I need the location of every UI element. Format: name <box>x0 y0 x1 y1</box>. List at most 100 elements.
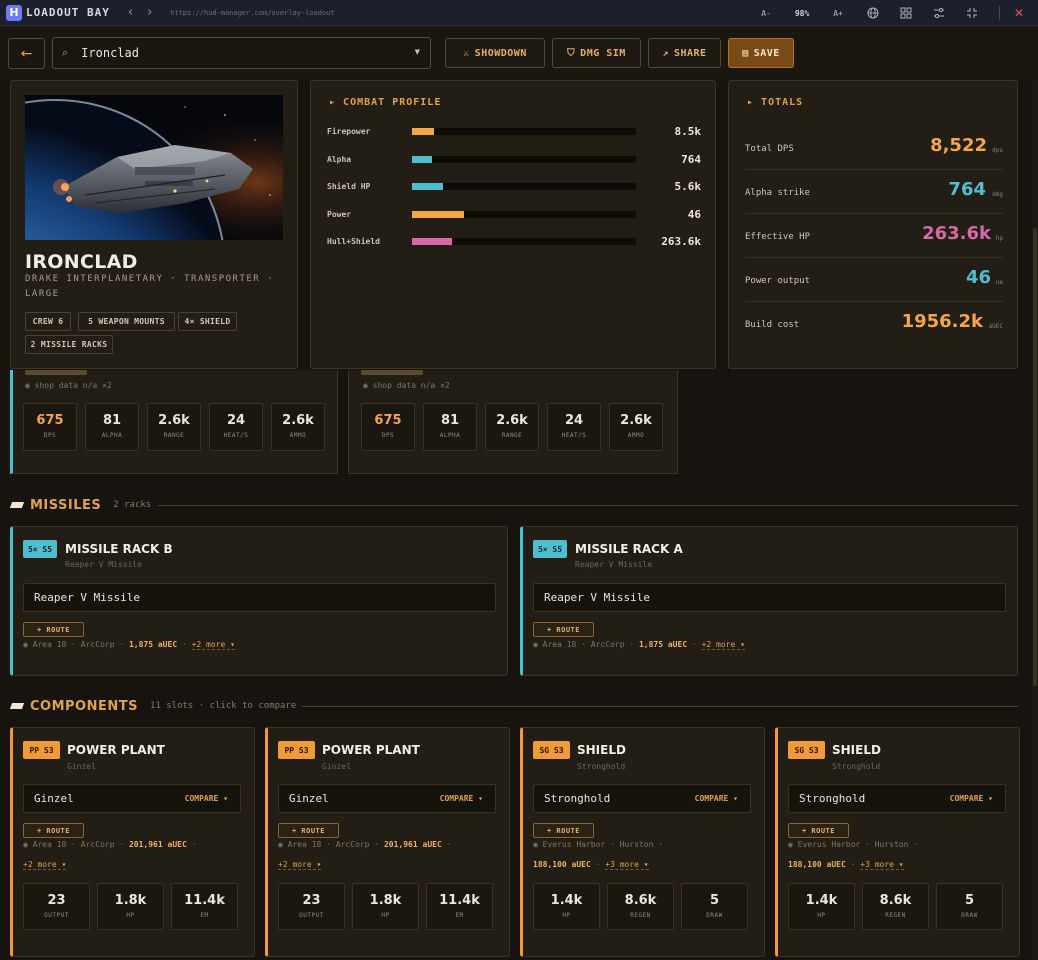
component-select[interactable]: Stronghold COMPARE ▾ <box>533 784 751 813</box>
scrollbar-thumb[interactable] <box>1033 228 1037 686</box>
route-button[interactable]: + ROUTE <box>533 622 594 637</box>
stat-range: 2.6k RANGE <box>147 403 201 451</box>
total-unit: ue <box>995 279 1003 286</box>
combat-stat-bar <box>412 238 636 245</box>
ship-search-value: Ironclad <box>81 46 139 60</box>
grid-icon[interactable] <box>900 7 912 19</box>
shop-location: ◉ Everus Harbor · Hurston · <box>788 840 919 849</box>
route-button[interactable]: + ROUTE <box>23 823 84 838</box>
combat-stat-bar <box>412 155 636 163</box>
search-icon: ⌕ <box>62 46 69 59</box>
zoom-out-button[interactable]: A- <box>761 9 771 18</box>
stat-range: 2.6k RANGE <box>485 403 539 451</box>
shop-location: ◉ Area 18 · ArcCorp · 201,961 aUEC · <box>23 840 197 849</box>
ship-card: IRONCLAD DRAKE INTERPLANETARY · TRANSPOR… <box>10 80 298 369</box>
stat-heat: 24 HEAT/S <box>209 403 263 451</box>
more-locations-row: +2 more ▾ <box>278 860 322 870</box>
close-icon[interactable]: ✕ <box>1014 6 1024 20</box>
address-url[interactable]: https://hud-manager.com/overlay-loadout <box>170 9 334 17</box>
weapon-card[interactable]: ◉ shop data n/a ×2 675 DPS 81 ALPHA 2.6k RA… <box>10 370 338 474</box>
compare-dropdown[interactable]: COMPARE ▾ <box>185 794 228 803</box>
size-badge: PP S3 <box>278 741 315 759</box>
component-stat: 5 DRAW <box>936 883 1003 930</box>
nav-back-icon[interactable]: ‹ <box>128 5 133 20</box>
components-count: 11 slots · click to compare <box>149 701 297 711</box>
missile-select[interactable]: Reaper V Missile <box>533 583 1006 612</box>
compare-dropdown[interactable]: COMPARE ▾ <box>950 794 993 803</box>
combat-stat-label: Firepower <box>327 127 371 136</box>
shield-icon: ⛉ <box>567 47 576 59</box>
missiles-count: 2 racks <box>113 500 152 510</box>
more-locations-link[interactable]: +2 more ▾ <box>278 860 322 870</box>
missile-select[interactable]: Reaper V Missile <box>23 583 496 612</box>
route-button[interactable]: + ROUTE <box>533 823 594 838</box>
stat-alpha: 81 ALPHA <box>85 403 139 451</box>
total-label: Alpha strike <box>745 188 811 198</box>
share-button[interactable]: ↗ SHARE <box>648 38 721 68</box>
component-stat: 23 OUTPUT <box>278 883 345 930</box>
showdown-button[interactable]: ⚔ SHOWDOWN <box>445 38 545 68</box>
sliders-icon[interactable] <box>933 7 945 19</box>
missile-rack-card[interactable]: 5× S5 MISSILE RACK B Reaper V Missile Re… <box>10 526 508 676</box>
combat-stat-row: Firepower 8.5k <box>327 125 701 139</box>
component-stat: 11.4k EM <box>171 883 238 930</box>
more-locations-row: 188,100 aUEC · +3 more ▾ <box>788 860 904 870</box>
top-toolbar: ← ⌕ Ironclad ▼ ⚔ SHOWDOWN ⛉ DMG SIM ↗ SHARE… <box>0 26 1038 80</box>
component-select[interactable]: Stronghold COMPARE ▾ <box>788 784 1006 813</box>
zoom-level: 98% <box>794 8 810 18</box>
compress-icon[interactable] <box>966 7 978 19</box>
combat-stat-bar-fill <box>412 238 453 245</box>
component-select[interactable]: Ginzel COMPARE ▾ <box>278 784 496 813</box>
route-button[interactable]: + ROUTE <box>788 823 849 838</box>
component-select[interactable]: Ginzel COMPARE ▾ <box>23 784 241 813</box>
total-row: Power output 46 ue <box>745 258 1003 302</box>
globe-icon[interactable] <box>867 7 879 19</box>
total-label: Power output <box>745 276 811 286</box>
weapon-card-tab <box>25 370 87 375</box>
ship-subtitle: DRAKE INTERPLANETARY · TRANSPORTER · LAR… <box>25 274 275 299</box>
components-title: COMPONENTS <box>30 698 138 714</box>
more-locations-link[interactable]: +3 more ▾ <box>860 860 904 870</box>
combat-stat-bar-fill <box>412 210 464 218</box>
chip-weapon-mounts: 5 WEAPON MOUNTS <box>78 312 175 331</box>
compare-dropdown[interactable]: COMPARE ▾ <box>440 794 483 803</box>
stat-ammo: 2.6k AMMO <box>609 403 663 451</box>
card-title: POWER PLANT <box>322 743 420 757</box>
compare-dropdown[interactable]: COMPARE ▾ <box>695 794 738 803</box>
dmg-sim-button[interactable]: ⛉ DMG SIM <box>552 38 641 68</box>
combat-stat-bar <box>412 210 636 218</box>
window-titlebar: H LOADOUT BAY ‹ › https://hud-manager.co… <box>0 0 1038 26</box>
titlebar-divider <box>998 6 1000 20</box>
stat-alpha: 81 ALPHA <box>423 403 477 451</box>
back-button[interactable]: ← <box>8 38 45 69</box>
ship-search-select[interactable]: ⌕ Ironclad ▼ <box>52 37 431 69</box>
total-unit: dmg <box>992 191 1003 198</box>
total-label: Effective HP <box>745 232 811 242</box>
missile-rack-card[interactable]: 5× S5 MISSILE RACK A Reaper V Missile Re… <box>520 526 1018 676</box>
more-locations-link[interactable]: +2 more ▾ <box>191 640 235 650</box>
card-title: POWER PLANT <box>67 743 165 757</box>
route-button[interactable]: + ROUTE <box>23 622 84 637</box>
missiles-section-header: MISSILES 2 racks <box>9 497 152 513</box>
card-title: SHIELD <box>832 743 881 757</box>
weapon-card[interactable]: ◉ shop data n/a ×2 675 DPS 81 ALPHA 2.6k RA… <box>348 370 678 474</box>
route-button[interactable]: + ROUTE <box>278 823 339 838</box>
nav-forward-icon[interactable]: › <box>147 5 152 20</box>
component-card[interactable]: PP S3 POWER PLANT Ginzel Ginzel COMPARE ▾ + R… <box>265 727 510 957</box>
more-locations-link[interactable]: +2 more ▾ <box>23 860 67 870</box>
component-card[interactable]: PP S3 POWER PLANT Ginzel Ginzel COMPARE ▾ + R… <box>10 727 255 957</box>
component-card[interactable]: SG S3 SHIELD Stronghold Stronghold COMPARE ▾… <box>520 727 765 957</box>
card-subtitle: Reaper V Missile <box>575 560 653 569</box>
component-stat: 8.6k REGEN <box>607 883 674 930</box>
more-locations-link[interactable]: +2 more ▾ <box>701 640 745 650</box>
save-button[interactable]: ▤ SAVE <box>728 38 794 68</box>
total-value: 263.6k <box>922 223 991 244</box>
total-value: 46 <box>965 267 991 288</box>
more-locations-link[interactable]: +3 more ▾ <box>605 860 649 870</box>
zoom-in-button[interactable]: A+ <box>833 9 843 18</box>
combat-stat-label: Alpha <box>327 154 352 164</box>
component-card[interactable]: SG S3 SHIELD Stronghold Stronghold COMPARE ▾… <box>775 727 1020 957</box>
card-subtitle: Stronghold <box>832 762 881 771</box>
section-marker-icon <box>9 502 25 508</box>
size-badge: 5× S5 <box>23 540 57 558</box>
